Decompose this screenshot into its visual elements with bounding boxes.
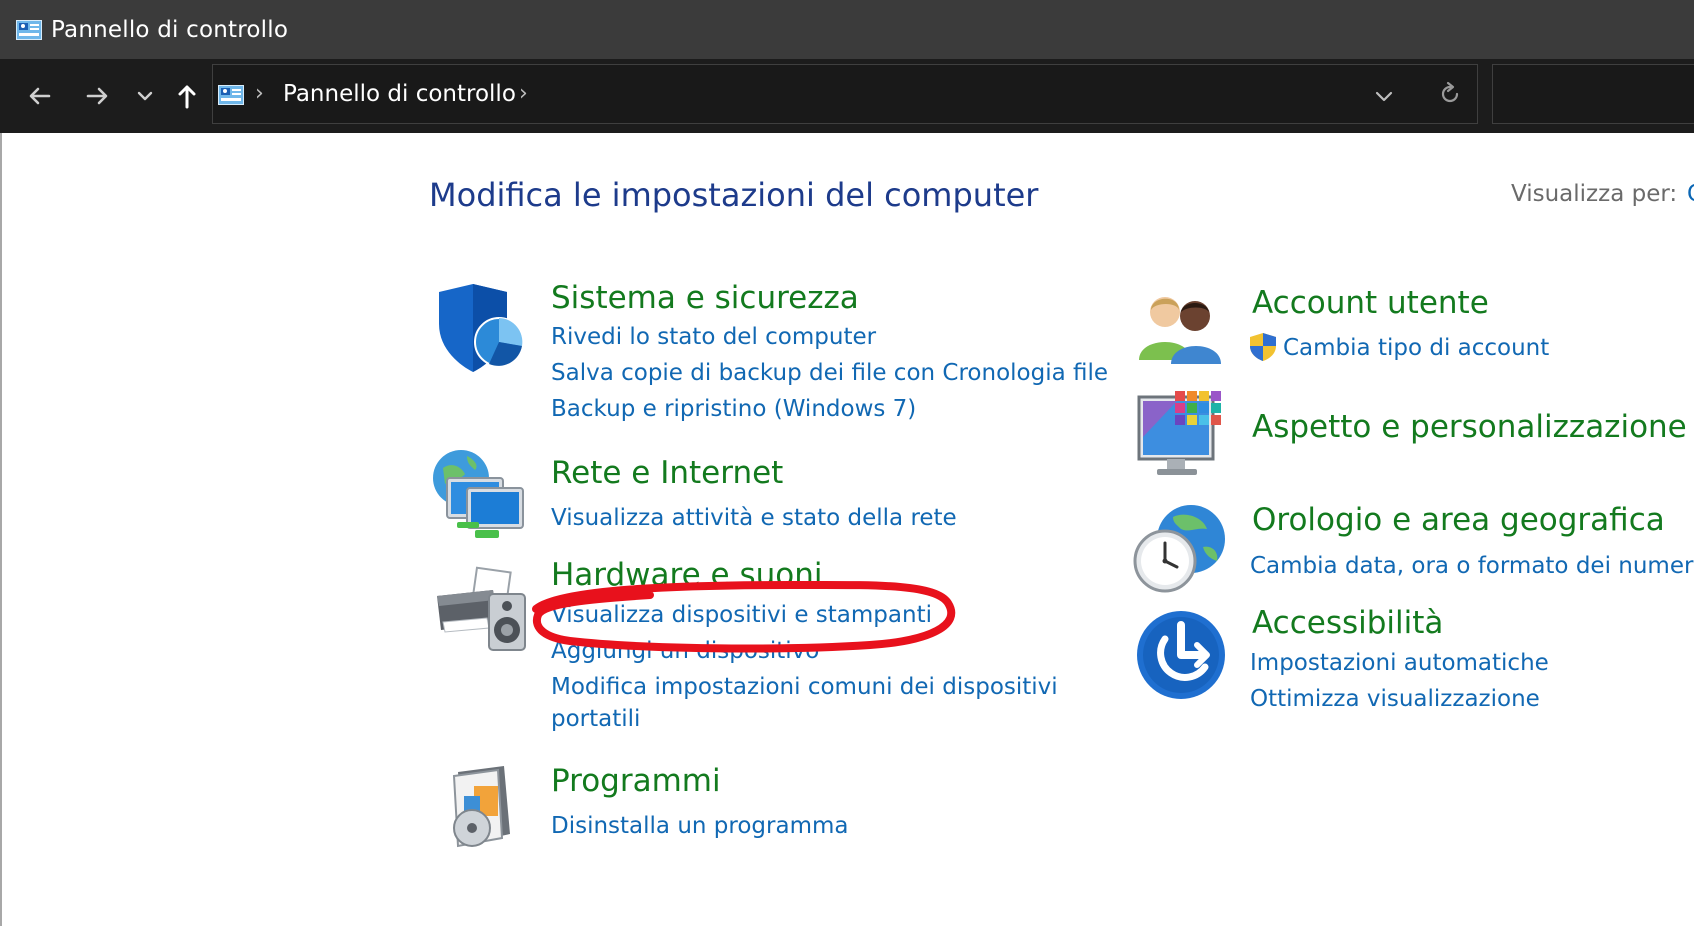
back-button[interactable]	[23, 79, 57, 113]
navigation-bar: › Pannello di controllo ›	[0, 59, 1694, 133]
window-title: Pannello di controllo	[51, 17, 289, 43]
search-input[interactable]	[1492, 64, 1694, 124]
control-panel-icon	[16, 20, 42, 40]
page-title: Modifica le impostazioni del computer	[429, 176, 1039, 214]
category-title-accounts[interactable]: Account utente	[1252, 285, 1489, 321]
programs-disc-icon[interactable]	[444, 764, 516, 852]
recent-locations-button[interactable]	[128, 79, 162, 113]
link-uninstall-program[interactable]: Disinstalla un programma	[551, 813, 848, 839]
shield-icon[interactable]	[433, 284, 529, 376]
up-button[interactable]	[170, 79, 204, 113]
address-bar[interactable]: › Pannello di controllo ›	[212, 64, 1478, 124]
arrow-left-icon	[29, 87, 51, 105]
link-optimize-display[interactable]: Ottimizza visualizzazione	[1250, 686, 1540, 712]
link-devices-printers[interactable]: Visualizza dispositivi e stampanti	[551, 602, 932, 628]
breadcrumb-separator-icon[interactable]: ›	[255, 81, 264, 106]
breadcrumb-separator-icon[interactable]: ›	[519, 81, 528, 106]
appearance-monitor-icon[interactable]	[1137, 389, 1229, 483]
control-panel-icon	[218, 85, 244, 105]
printer-speaker-icon[interactable]	[431, 566, 529, 656]
link-mobility-settings-continued[interactable]: portatili	[551, 706, 640, 732]
chevron-down-icon[interactable]	[1369, 81, 1399, 111]
category-title-programs[interactable]: Programmi	[551, 763, 721, 799]
link-file-history-backup[interactable]: Salva copie di backup dei file con Crono…	[551, 360, 1108, 386]
link-network-status[interactable]: Visualizza attività e stato della rete	[551, 505, 957, 531]
link-mobility-settings[interactable]: Modifica impostazioni comuni dei disposi…	[551, 674, 1058, 700]
category-title-appearance[interactable]: Aspetto e personalizzazione	[1252, 409, 1687, 445]
link-automatic-settings[interactable]: Impostazioni automatiche	[1250, 650, 1549, 676]
accessibility-icon[interactable]	[1135, 609, 1227, 701]
link-change-date-time-format[interactable]: Cambia data, ora o formato dei numeri	[1250, 553, 1694, 579]
category-title-clock[interactable]: Orologio e area geografica	[1252, 502, 1665, 538]
window-border	[0, 133, 2, 926]
forward-button[interactable]	[80, 79, 114, 113]
category-title-hardware[interactable]: Hardware e suoni	[551, 557, 822, 593]
link-review-computer-status[interactable]: Rivedi lo stato del computer	[551, 324, 876, 350]
link-add-device[interactable]: Aggiungi un dispositivo	[551, 638, 819, 664]
uac-shield-icon	[1250, 333, 1276, 361]
arrow-right-icon	[86, 87, 108, 105]
category-title-accessibility[interactable]: Accessibilità	[1252, 605, 1443, 641]
link-backup-restore[interactable]: Backup e ripristino (Windows 7)	[551, 396, 916, 422]
title-bar: Pannello di controllo	[0, 0, 1694, 59]
arrow-up-icon	[178, 85, 196, 109]
view-by-label: Visualizza per:	[1511, 181, 1678, 207]
breadcrumb-control-panel[interactable]: Pannello di controllo	[283, 81, 516, 107]
link-change-account-type[interactable]: Cambia tipo di account	[1283, 335, 1549, 361]
category-title-system[interactable]: Sistema e sicurezza	[551, 280, 859, 316]
refresh-icon[interactable]	[1435, 79, 1465, 109]
category-title-network[interactable]: Rete e Internet	[551, 455, 783, 491]
user-accounts-icon[interactable]	[1137, 290, 1227, 366]
network-globe-icon[interactable]	[431, 448, 529, 540]
view-by-dropdown[interactable]: C	[1687, 181, 1694, 207]
clock-globe-icon[interactable]	[1133, 503, 1229, 595]
chevron-down-icon	[137, 91, 153, 101]
